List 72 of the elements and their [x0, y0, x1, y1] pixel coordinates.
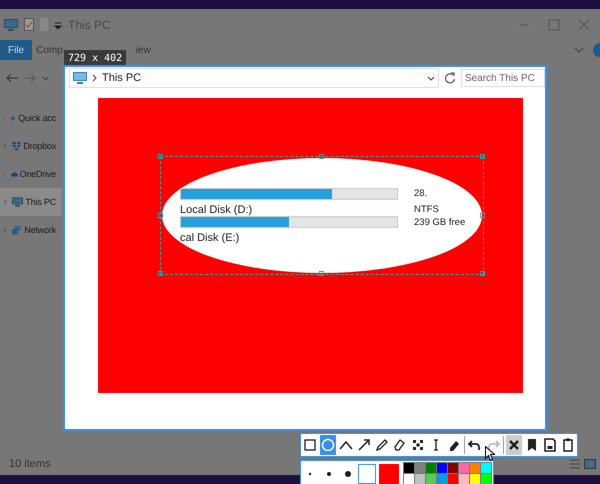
- dot-icon: [324, 470, 332, 478]
- drive-name: Local Disk (D:): [180, 204, 254, 216]
- help-icon[interactable]: [592, 43, 600, 57]
- address-bar[interactable]: This PC: [69, 68, 439, 88]
- details-view-icon[interactable]: [570, 459, 580, 469]
- sidebar-item[interactable]: Dropbox: [0, 132, 62, 160]
- ellipse-icon: [320, 437, 336, 453]
- color-swatch[interactable]: [481, 474, 491, 484]
- chevron-right-icon: [3, 142, 7, 150]
- save-icon: [542, 437, 558, 453]
- color-swatch[interactable]: [426, 463, 436, 473]
- color-swatch[interactable]: [415, 474, 425, 484]
- address-text: This PC: [102, 72, 142, 84]
- size-label: 729 x 402: [64, 50, 126, 66]
- properties-icon[interactable]: [24, 18, 34, 31]
- resize-handle[interactable]: [480, 154, 485, 159]
- resize-handle[interactable]: [158, 212, 163, 218]
- color-swatch[interactable]: [470, 474, 480, 484]
- cloud-icon: [10, 169, 18, 179]
- computer-icon[interactable]: [4, 18, 18, 30]
- free-space: 239 GB free: [414, 216, 466, 228]
- sidebar-item[interactable]: Network: [0, 216, 62, 244]
- rectangle-icon: [302, 437, 318, 453]
- file-system: NTFS: [414, 204, 440, 214]
- color-swatch[interactable]: [404, 463, 414, 473]
- tiles-view-icon[interactable]: [584, 459, 596, 469]
- forward-arrow-icon[interactable]: [24, 73, 36, 83]
- free-space: 28.: [414, 188, 428, 199]
- dot-icon: [344, 470, 352, 478]
- chevron-right-icon: [3, 198, 7, 206]
- color-swatch[interactable]: [448, 463, 458, 473]
- computer-icon: [73, 72, 87, 84]
- color-swatch[interactable]: [481, 463, 491, 473]
- pencil-icon: [374, 437, 390, 453]
- chevron-right-icon: [92, 74, 97, 82]
- dropdown-icon[interactable]: [54, 20, 62, 28]
- color-swatch[interactable]: [459, 463, 469, 473]
- color-swatch[interactable]: [404, 474, 414, 484]
- refresh-icon[interactable]: [443, 71, 457, 85]
- sidebar-item[interactable]: Quick acc: [0, 104, 62, 132]
- arrow-icon: [356, 437, 372, 453]
- color-swatch[interactable]: [426, 474, 436, 484]
- back-arrow-icon[interactable]: [6, 73, 18, 83]
- dropbox-icon: [12, 140, 22, 152]
- resize-handle[interactable]: [480, 271, 485, 276]
- color-swatch[interactable]: [470, 463, 480, 473]
- resize-handle[interactable]: [158, 271, 163, 276]
- ribbon-tab[interactable]: Comp: [33, 40, 66, 60]
- resize-handle[interactable]: [319, 154, 324, 159]
- computer-icon: [12, 196, 24, 208]
- mosaic-icon: [410, 437, 426, 453]
- cancel-button[interactable]: [506, 435, 522, 455]
- current-color[interactable]: [379, 464, 399, 484]
- ribbon-tab[interactable]: File: [0, 40, 32, 60]
- resize-handle[interactable]: [480, 212, 485, 218]
- chevron-down-icon[interactable]: [427, 76, 435, 80]
- sidebar-item[interactable]: This PC: [0, 188, 62, 216]
- chevron-right-icon: [3, 226, 7, 234]
- color-swatch[interactable]: [459, 474, 469, 484]
- status-text: 10 items: [9, 458, 51, 470]
- color-swatch[interactable]: [415, 463, 425, 473]
- color-swatch[interactable]: [437, 474, 447, 484]
- ribbon-tab[interactable]: iew: [132, 40, 154, 60]
- save-button[interactable]: [542, 435, 558, 455]
- sidebar-item[interactable]: OneDrive: [0, 160, 62, 188]
- color-swatch[interactable]: [448, 474, 458, 484]
- resize-handle[interactable]: [319, 271, 324, 276]
- network-icon: [12, 224, 22, 236]
- color-swatch[interactable]: [437, 463, 447, 473]
- drive-name: cal Disk (E:): [180, 232, 240, 244]
- search-field[interactable]: Search This PC: [461, 69, 545, 87]
- resize-handle[interactable]: [158, 154, 163, 159]
